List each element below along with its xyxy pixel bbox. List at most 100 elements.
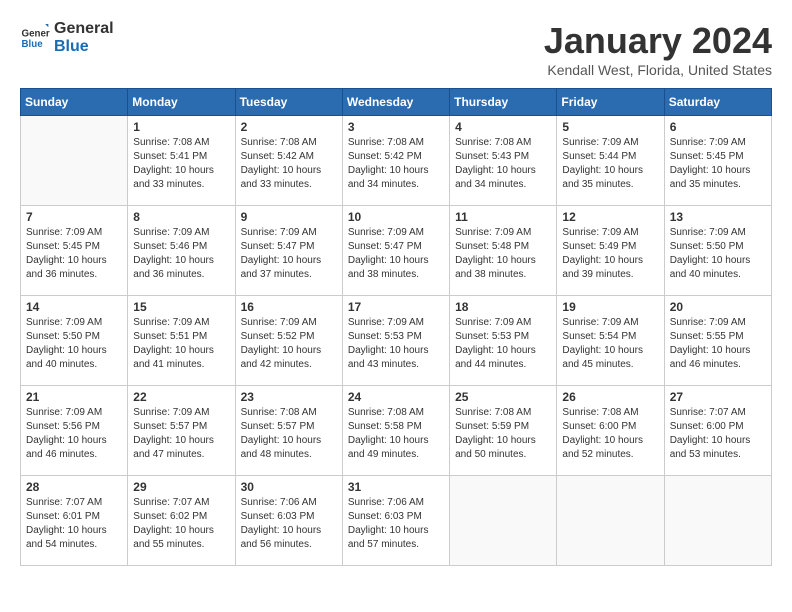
day-number: 16: [241, 300, 337, 314]
calendar-day-cell: 28 Sunrise: 7:07 AMSunset: 6:01 PMDayligh…: [21, 476, 128, 566]
day-info: Sunrise: 7:09 AMSunset: 5:51 PMDaylight:…: [133, 316, 229, 372]
day-number: 29: [133, 480, 229, 494]
calendar-day-cell: 10 Sunrise: 7:09 AMSunset: 5:47 PMDayligh…: [342, 206, 449, 296]
day-info: Sunrise: 7:09 AMSunset: 5:48 PMDaylight:…: [455, 226, 551, 282]
calendar-week-row: 28 Sunrise: 7:07 AMSunset: 6:01 PMDayligh…: [21, 476, 772, 566]
day-number: 13: [670, 210, 766, 224]
calendar-day-header: Thursday: [450, 89, 557, 116]
calendar-day-cell: 14 Sunrise: 7:09 AMSunset: 5:50 PMDayligh…: [21, 296, 128, 386]
day-info: Sunrise: 7:09 AMSunset: 5:46 PMDaylight:…: [133, 226, 229, 282]
logo-icon: General Blue: [20, 23, 50, 53]
day-info: Sunrise: 7:09 AMSunset: 5:45 PMDaylight:…: [670, 136, 766, 192]
calendar-table: SundayMondayTuesdayWednesdayThursdayFrid…: [20, 88, 772, 566]
calendar-day-cell: 17 Sunrise: 7:09 AMSunset: 5:53 PMDayligh…: [342, 296, 449, 386]
calendar-day-cell: 24Sunrise: 7:08 AMSunset: 5:58 PMDayligh…: [342, 386, 449, 476]
day-number: 8: [133, 210, 229, 224]
title-area: January 2024 Kendall West, Florida, Unit…: [544, 20, 772, 78]
day-number: 24: [348, 390, 444, 404]
calendar-day-cell: 9 Sunrise: 7:09 AMSunset: 5:47 PMDaylight…: [235, 206, 342, 296]
calendar-day-cell: 15 Sunrise: 7:09 AMSunset: 5:51 PMDayligh…: [128, 296, 235, 386]
day-info: Sunrise: 7:09 AMSunset: 5:44 PMDaylight:…: [562, 136, 658, 192]
day-number: 1: [133, 120, 229, 134]
day-number: 15: [133, 300, 229, 314]
day-number: 6: [670, 120, 766, 134]
calendar-day-cell: 2Sunrise: 7:08 AMSunset: 5:42 AMDaylight…: [235, 116, 342, 206]
day-number: 28: [26, 480, 122, 494]
calendar-day-cell: 29 Sunrise: 7:07 AMSunset: 6:02 PMDayligh…: [128, 476, 235, 566]
calendar-day-cell: [664, 476, 771, 566]
day-info: Sunrise: 7:09 AMSunset: 5:57 PMDaylight:…: [133, 406, 229, 462]
calendar-week-row: 1 Sunrise: 7:08 AMSunset: 5:41 PMDaylight…: [21, 116, 772, 206]
calendar-day-cell: 27Sunrise: 7:07 AMSunset: 6:00 PMDayligh…: [664, 386, 771, 476]
calendar-day-cell: 23Sunrise: 7:08 AMSunset: 5:57 PMDayligh…: [235, 386, 342, 476]
day-info: Sunrise: 7:09 AMSunset: 5:50 PMDaylight:…: [26, 316, 122, 372]
day-number: 25: [455, 390, 551, 404]
day-number: 9: [241, 210, 337, 224]
day-number: 12: [562, 210, 658, 224]
day-number: 3: [348, 120, 444, 134]
calendar-day-cell: [450, 476, 557, 566]
calendar-day-cell: 11 Sunrise: 7:09 AMSunset: 5:48 PMDayligh…: [450, 206, 557, 296]
svg-text:General: General: [22, 28, 51, 39]
calendar-day-header: Monday: [128, 89, 235, 116]
day-number: 26: [562, 390, 658, 404]
calendar-day-cell: 26 Sunrise: 7:08 AMSunset: 6:00 PMDayligh…: [557, 386, 664, 476]
calendar-day-cell: 22 Sunrise: 7:09 AMSunset: 5:57 PMDayligh…: [128, 386, 235, 476]
logo-general-text: General: [54, 20, 114, 38]
calendar-week-row: 21Sunrise: 7:09 AMSunset: 5:56 PMDayligh…: [21, 386, 772, 476]
day-info: Sunrise: 7:09 AMSunset: 5:47 PMDaylight:…: [241, 226, 337, 282]
day-number: 17: [348, 300, 444, 314]
day-info: Sunrise: 7:06 AMSunset: 6:03 PMDaylight:…: [348, 496, 444, 552]
day-info: Sunrise: 7:07 AMSunset: 6:00 PMDaylight:…: [670, 406, 766, 462]
calendar-day-cell: [21, 116, 128, 206]
calendar-week-row: 7Sunrise: 7:09 AMSunset: 5:45 PMDaylight…: [21, 206, 772, 296]
day-number: 19: [562, 300, 658, 314]
day-number: 22: [133, 390, 229, 404]
day-number: 4: [455, 120, 551, 134]
day-number: 10: [348, 210, 444, 224]
day-number: 21: [26, 390, 122, 404]
calendar-header-row: SundayMondayTuesdayWednesdayThursdayFrid…: [21, 89, 772, 116]
logo: General Blue General Blue: [20, 20, 114, 55]
calendar-day-cell: 18Sunrise: 7:09 AMSunset: 5:53 PMDayligh…: [450, 296, 557, 386]
calendar-day-cell: 5 Sunrise: 7:09 AMSunset: 5:44 PMDaylight…: [557, 116, 664, 206]
day-info: Sunrise: 7:06 AMSunset: 6:03 PMDaylight:…: [241, 496, 337, 552]
calendar-day-cell: 3 Sunrise: 7:08 AMSunset: 5:42 PMDaylight…: [342, 116, 449, 206]
calendar-day-cell: 1 Sunrise: 7:08 AMSunset: 5:41 PMDaylight…: [128, 116, 235, 206]
calendar-day-cell: 31 Sunrise: 7:06 AMSunset: 6:03 PMDayligh…: [342, 476, 449, 566]
day-info: Sunrise: 7:07 AMSunset: 6:02 PMDaylight:…: [133, 496, 229, 552]
page-header: General Blue General Blue January 2024 K…: [20, 20, 772, 78]
day-number: 5: [562, 120, 658, 134]
day-info: Sunrise: 7:09 AMSunset: 5:54 PMDaylight:…: [562, 316, 658, 372]
day-number: 11: [455, 210, 551, 224]
day-number: 14: [26, 300, 122, 314]
day-number: 31: [348, 480, 444, 494]
logo-blue-text: Blue: [54, 38, 114, 56]
day-number: 7: [26, 210, 122, 224]
day-info: Sunrise: 7:08 AMSunset: 5:41 PMDaylight:…: [133, 136, 229, 192]
calendar-day-header: Saturday: [664, 89, 771, 116]
day-info: Sunrise: 7:08 AMSunset: 5:42 AMDaylight:…: [241, 136, 337, 192]
day-info: Sunrise: 7:09 AMSunset: 5:50 PMDaylight:…: [670, 226, 766, 282]
day-info: Sunrise: 7:07 AMSunset: 6:01 PMDaylight:…: [26, 496, 122, 552]
calendar-day-cell: 8 Sunrise: 7:09 AMSunset: 5:46 PMDaylight…: [128, 206, 235, 296]
calendar-week-row: 14 Sunrise: 7:09 AMSunset: 5:50 PMDayligh…: [21, 296, 772, 386]
calendar-day-header: Tuesday: [235, 89, 342, 116]
svg-text:Blue: Blue: [22, 39, 44, 50]
day-info: Sunrise: 7:09 AMSunset: 5:55 PMDaylight:…: [670, 316, 766, 372]
day-info: Sunrise: 7:09 AMSunset: 5:53 PMDaylight:…: [348, 316, 444, 372]
day-number: 20: [670, 300, 766, 314]
calendar-day-cell: 21Sunrise: 7:09 AMSunset: 5:56 PMDayligh…: [21, 386, 128, 476]
calendar-day-cell: 16Sunrise: 7:09 AMSunset: 5:52 PMDayligh…: [235, 296, 342, 386]
location-title: Kendall West, Florida, United States: [544, 62, 772, 78]
calendar-day-cell: 4Sunrise: 7:08 AMSunset: 5:43 PMDaylight…: [450, 116, 557, 206]
day-info: Sunrise: 7:08 AMSunset: 5:42 PMDaylight:…: [348, 136, 444, 192]
day-info: Sunrise: 7:09 AMSunset: 5:47 PMDaylight:…: [348, 226, 444, 282]
month-title: January 2024: [544, 20, 772, 62]
calendar-day-header: Wednesday: [342, 89, 449, 116]
calendar-day-cell: 7Sunrise: 7:09 AMSunset: 5:45 PMDaylight…: [21, 206, 128, 296]
day-info: Sunrise: 7:08 AMSunset: 5:57 PMDaylight:…: [241, 406, 337, 462]
calendar-day-cell: 25Sunrise: 7:08 AMSunset: 5:59 PMDayligh…: [450, 386, 557, 476]
day-info: Sunrise: 7:08 AMSunset: 6:00 PMDaylight:…: [562, 406, 658, 462]
day-info: Sunrise: 7:09 AMSunset: 5:53 PMDaylight:…: [455, 316, 551, 372]
